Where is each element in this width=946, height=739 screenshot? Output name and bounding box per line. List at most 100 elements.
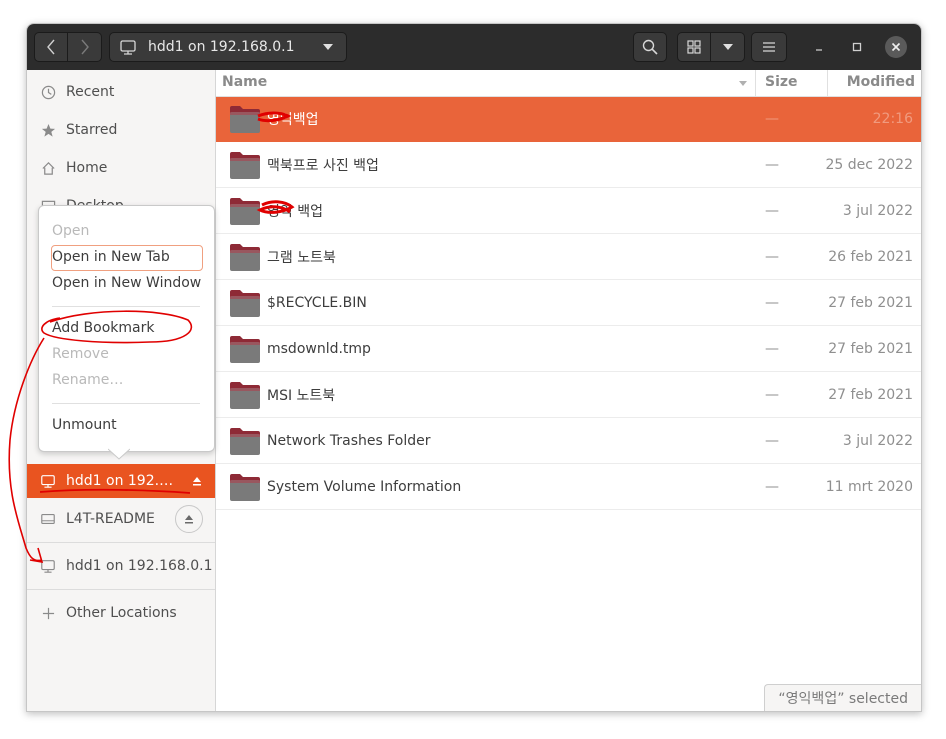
minimize-button[interactable]	[809, 37, 829, 57]
menu-item-unmount[interactable]: Unmount	[52, 417, 117, 433]
star-icon	[40, 122, 56, 138]
file-list-view: Name Size Modified 영익백업 — 22:16 맥북프로 사진 백업 —…	[216, 70, 921, 711]
table-row[interactable]: 맥북프로 사진 백업 — 25 dec 2022	[216, 143, 921, 188]
home-icon	[40, 160, 56, 176]
network-drive-icon	[40, 473, 56, 489]
folder-icon	[230, 336, 260, 363]
folder-icon	[230, 382, 260, 409]
table-row[interactable]: 영익백업 — 22:16	[216, 97, 921, 142]
location-pathbar[interactable]: hdd1 on 192.168.0.1	[109, 32, 347, 62]
folder-icon	[230, 198, 260, 225]
view-toggle-button[interactable]	[677, 32, 711, 62]
file-size: —	[765, 341, 779, 357]
file-modified: 27 feb 2021	[828, 295, 913, 311]
sidebar-item-recent[interactable]: Recent	[27, 75, 215, 109]
status-selection: “영익백업” selected	[764, 684, 921, 711]
folder-icon	[230, 290, 260, 317]
sidebar-item-label: hdd1 on 192.168.0.1	[66, 558, 213, 574]
column-header-modified[interactable]: Modified	[847, 74, 915, 90]
menu-separator	[52, 403, 200, 404]
file-modified: 3 jul 2022	[842, 433, 913, 449]
maximize-icon	[852, 42, 862, 52]
back-button[interactable]	[34, 32, 68, 62]
file-modified: 26 feb 2021	[828, 249, 913, 265]
sidebar-separator	[27, 589, 215, 590]
main-menu-button[interactable]	[751, 32, 787, 62]
headerbar: hdd1 on 192.168.0.1	[27, 24, 921, 70]
sidebar-separator	[27, 542, 215, 543]
eject-icon	[193, 477, 201, 486]
file-name: msdownld.tmp	[267, 341, 371, 357]
table-row[interactable]: 그램 노트북 — 26 feb 2021	[216, 235, 921, 280]
eject-button[interactable]	[192, 476, 202, 486]
sidebar-item-label: Home	[66, 160, 108, 176]
folder-icon	[230, 152, 260, 179]
file-name: System Volume Information	[267, 479, 462, 495]
search-icon	[642, 39, 658, 55]
menu-separator	[52, 306, 200, 307]
chevron-down-icon	[323, 44, 333, 50]
table-row[interactable]: msdownld.tmp — 27 feb 2021	[216, 327, 921, 372]
sidebar-item-l4t-readme[interactable]: L4T-README	[27, 502, 215, 536]
forward-button[interactable]	[68, 32, 102, 62]
sidebar-item-label: Other Locations	[66, 605, 177, 621]
table-row[interactable]: 영익 백업 — 3 jul 2022	[216, 189, 921, 234]
grid-view-icon	[687, 40, 701, 54]
file-modified: 3 jul 2022	[842, 203, 913, 219]
sidebar-item-label: Starred	[66, 122, 118, 138]
file-size: —	[765, 433, 779, 449]
close-icon	[891, 42, 901, 52]
table-row[interactable]: System Volume Information — 11 mrt 2020	[216, 465, 921, 510]
drive-icon	[40, 511, 56, 527]
file-size: —	[765, 295, 779, 311]
table-row[interactable]: $RECYCLE.BIN — 27 feb 2021	[216, 281, 921, 326]
file-size: —	[765, 157, 779, 173]
column-header-name[interactable]: Name	[222, 74, 267, 90]
folder-icon	[230, 106, 260, 133]
table-row[interactable]: MSI 노트북 — 27 feb 2021	[216, 373, 921, 418]
sidebar-item-other-locations[interactable]: Other Locations	[27, 596, 215, 630]
folder-icon	[230, 474, 260, 501]
maximize-button[interactable]	[847, 37, 867, 57]
sidebar-item-hdd1-mount[interactable]: hdd1 on 192.…	[27, 464, 215, 498]
menu-item-open[interactable]: Open	[52, 223, 89, 239]
menu-item-add-bookmark[interactable]: Add Bookmark	[52, 320, 154, 336]
network-drive-icon	[120, 40, 136, 55]
view-options-button[interactable]	[711, 32, 745, 62]
close-button[interactable]	[885, 36, 907, 58]
menu-item-open-new-tab[interactable]: Open in New Tab	[52, 249, 170, 265]
network-drive-icon	[40, 558, 56, 574]
column-header: Name Size Modified	[216, 70, 921, 97]
sidebar-item-home[interactable]: Home	[27, 151, 215, 185]
path-label: hdd1 on 192.168.0.1	[148, 39, 295, 55]
sidebar-item-starred[interactable]: Starred	[27, 113, 215, 147]
file-modified: 27 feb 2021	[828, 341, 913, 357]
column-divider[interactable]	[827, 70, 828, 96]
chevron-right-icon	[80, 39, 89, 55]
file-modified: 11 mrt 2020	[825, 479, 913, 495]
eject-button[interactable]	[175, 505, 203, 533]
eject-icon	[185, 515, 193, 524]
file-size: —	[765, 249, 779, 265]
sidebar-item-label: L4T-README	[66, 511, 155, 527]
menu-item-rename[interactable]: Rename…	[52, 372, 123, 388]
menu-item-remove[interactable]: Remove	[52, 346, 109, 362]
file-size: —	[765, 479, 779, 495]
file-name: 그램 노트북	[267, 250, 336, 266]
table-row[interactable]: Network Trashes Folder — 3 jul 2022	[216, 419, 921, 464]
file-name: 영익 백업	[267, 204, 323, 220]
search-button[interactable]	[633, 32, 667, 62]
hamburger-menu-icon	[763, 42, 775, 52]
file-size: —	[765, 203, 779, 219]
file-name: 영익백업	[267, 112, 319, 128]
column-divider[interactable]	[755, 70, 756, 96]
minimize-icon	[816, 49, 822, 51]
menu-item-open-new-window[interactable]: Open in New Window	[52, 275, 201, 291]
file-name: 맥북프로 사진 백업	[267, 158, 379, 174]
folder-icon	[230, 428, 260, 455]
file-modified: 27 feb 2021	[828, 387, 913, 403]
popover-arrow	[108, 448, 130, 460]
sidebar-item-hdd1-full[interactable]: hdd1 on 192.168.0.1	[27, 549, 215, 583]
column-header-size[interactable]: Size	[765, 74, 798, 90]
file-size: —	[765, 387, 779, 403]
